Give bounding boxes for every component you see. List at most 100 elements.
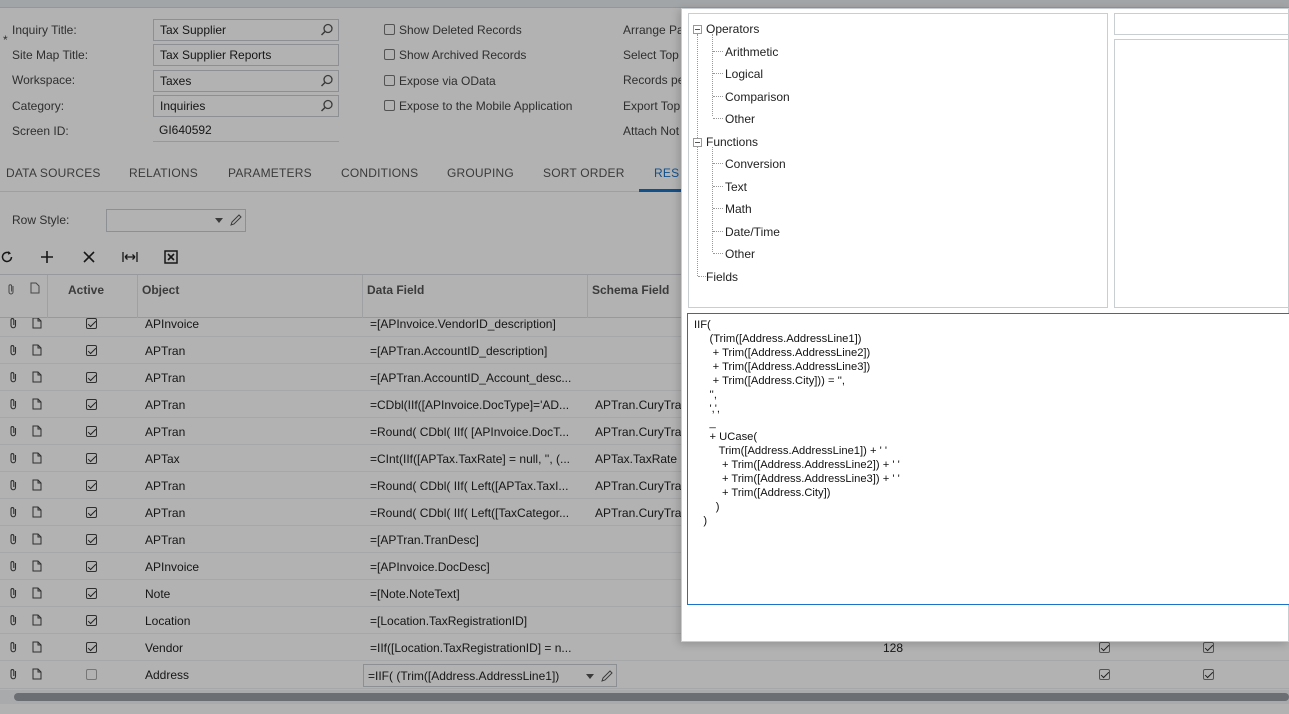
data-field-cell[interactable]: =[APTran.AccountID_description] xyxy=(370,344,582,358)
horizontal-scrollbar[interactable] xyxy=(0,690,1289,704)
fit-columns-button[interactable] xyxy=(120,247,140,267)
tab-sort-order[interactable]: SORT ORDER xyxy=(543,166,625,180)
tab-grouping[interactable]: GROUPING xyxy=(447,166,514,180)
object-cell[interactable]: APTran xyxy=(145,371,355,385)
active-checkbox[interactable] xyxy=(86,507,97,518)
note-icon[interactable] xyxy=(32,641,42,653)
active-checkbox[interactable] xyxy=(86,669,97,680)
object-cell[interactable]: APTran xyxy=(145,398,355,412)
active-checkbox[interactable] xyxy=(86,642,97,653)
data-field-cell[interactable]: =[Note.NoteText] xyxy=(370,587,582,601)
data-field-cell[interactable]: =[Location.TaxRegistrationID] xyxy=(370,614,582,628)
object-cell[interactable]: APTran xyxy=(145,479,355,493)
note-icon[interactable] xyxy=(32,425,42,437)
visible-checkbox[interactable] xyxy=(1099,642,1110,653)
search-icon[interactable] xyxy=(320,99,334,113)
attachment-icon[interactable] xyxy=(9,479,19,491)
note-icon[interactable] xyxy=(32,587,42,599)
search-icon[interactable] xyxy=(320,23,334,37)
data-field-cell[interactable]: =Round( CDbl( IIf( [APInvoice.DocT... xyxy=(370,425,582,439)
schema-field-cell[interactable]: APTran.CuryTra xyxy=(595,506,685,520)
schema-field-cell[interactable]: APTran.CuryTra xyxy=(595,398,685,412)
default-nav-checkbox[interactable] xyxy=(1203,642,1214,653)
attachment-icon[interactable] xyxy=(9,318,19,329)
note-icon[interactable] xyxy=(32,479,42,491)
refresh-button[interactable] xyxy=(0,247,17,267)
data-field-cell[interactable]: =Round( CDbl( IIf( Left([APTax.TaxI... xyxy=(370,479,582,493)
data-field-cell[interactable]: =[APInvoice.VendorID_description] xyxy=(370,318,582,331)
attachment-icon[interactable] xyxy=(9,587,19,599)
chevron-down-icon[interactable] xyxy=(215,218,223,223)
active-checkbox[interactable] xyxy=(86,588,97,599)
workspace-field[interactable]: Taxes xyxy=(153,70,339,92)
note-icon[interactable] xyxy=(32,614,42,626)
expose-mobile-checkbox[interactable] xyxy=(384,100,395,111)
object-cell[interactable]: APTran xyxy=(145,425,355,439)
attachment-icon[interactable] xyxy=(9,425,19,437)
tab-data-sources[interactable]: DATA SOURCES xyxy=(6,166,101,180)
note-icon[interactable] xyxy=(32,506,42,518)
object-cell[interactable]: Note xyxy=(145,587,355,601)
data-field-cell[interactable]: =IIf([Location.TaxRegistrationID] = n... xyxy=(370,641,582,655)
tree-node-conversion[interactable]: Conversion xyxy=(725,157,786,171)
show-deleted-checkbox[interactable] xyxy=(384,24,395,35)
active-checkbox[interactable] xyxy=(86,372,97,383)
tab-conditions[interactable]: CONDITIONS xyxy=(341,166,418,180)
edit-icon[interactable] xyxy=(600,669,614,683)
tree-node-operators[interactable]: Operators xyxy=(706,22,759,36)
inquiry-title-field[interactable]: Tax Supplier xyxy=(153,19,339,41)
formula-text-area[interactable]: IIF( (Trim([Address.AddressLine1]) + Tri… xyxy=(687,313,1289,605)
tab-parameters[interactable]: PARAMETERS xyxy=(228,166,312,180)
schema-field-cell[interactable]: APTran.CuryTra xyxy=(595,479,685,493)
attachment-icon[interactable] xyxy=(9,560,19,572)
tree-node-date-time[interactable]: Date/Time xyxy=(725,225,780,239)
object-column-header[interactable]: Object xyxy=(142,283,179,297)
object-cell[interactable]: Location xyxy=(145,614,355,628)
schema-field-cell[interactable]: APTran.CuryTra xyxy=(595,425,685,439)
object-cell[interactable]: APTran xyxy=(145,533,355,547)
edit-icon[interactable] xyxy=(229,213,243,227)
data-field-column-header[interactable]: Data Field xyxy=(367,283,424,297)
data-field-cell[interactable]: =[APInvoice.DocDesc] xyxy=(370,560,582,574)
note-icon[interactable] xyxy=(32,668,42,680)
search-icon[interactable] xyxy=(320,74,334,88)
chevron-down-icon[interactable] xyxy=(586,674,594,679)
item-search-input[interactable] xyxy=(1114,13,1289,35)
scrollbar-thumb[interactable] xyxy=(14,693,1289,701)
object-cell[interactable]: APInvoice xyxy=(145,318,355,331)
site-map-title-field[interactable]: Tax Supplier Reports xyxy=(153,44,339,66)
active-checkbox[interactable] xyxy=(86,480,97,491)
delete-row-button[interactable] xyxy=(79,247,99,267)
tab-relations[interactable]: RELATIONS xyxy=(129,166,198,180)
attachment-icon[interactable] xyxy=(9,506,19,518)
attachment-icon[interactable] xyxy=(9,614,19,626)
active-checkbox[interactable] xyxy=(86,453,97,464)
note-icon[interactable] xyxy=(32,398,42,410)
tree-node-functions-other[interactable]: Other xyxy=(725,247,755,261)
data-field-cell[interactable]: =CInt(IIf([APTax.TaxRate] = null, '', (.… xyxy=(370,452,582,466)
data-field-cell[interactable]: =Round( CDbl( IIf( Left([TaxCategor... xyxy=(370,506,582,520)
attachment-icon[interactable] xyxy=(9,344,19,356)
attachment-icon[interactable] xyxy=(9,641,19,653)
object-cell[interactable]: Address xyxy=(145,668,355,682)
tree-node-fields[interactable]: Fields xyxy=(706,270,738,284)
note-icon[interactable] xyxy=(32,533,42,545)
tree-node-functions[interactable]: Functions xyxy=(706,135,758,149)
tree-node-text[interactable]: Text xyxy=(725,180,747,194)
data-field-cell[interactable]: =[APTran.AccountID_Account_desc... xyxy=(370,371,582,385)
active-checkbox[interactable] xyxy=(86,534,97,545)
attachment-icon[interactable] xyxy=(9,398,19,410)
tab-results[interactable]: RES xyxy=(654,166,679,180)
attachment-icon[interactable] xyxy=(9,668,19,680)
export-excel-button[interactable] xyxy=(161,247,181,267)
tree-node-arithmetic[interactable]: Arithmetic xyxy=(725,45,778,59)
data-field-editor[interactable]: =IIF( (Trim([Address.AddressLine1]) xyxy=(363,664,617,687)
note-icon[interactable] xyxy=(32,344,42,356)
tree-node-comparison[interactable]: Comparison xyxy=(725,90,790,104)
active-checkbox[interactable] xyxy=(86,561,97,572)
active-checkbox[interactable] xyxy=(86,345,97,356)
object-cell[interactable]: Vendor xyxy=(145,641,355,655)
default-nav-checkbox[interactable] xyxy=(1203,669,1214,680)
schema-field-column-header[interactable]: Schema Field xyxy=(592,283,669,297)
expose-odata-checkbox[interactable] xyxy=(384,75,395,86)
